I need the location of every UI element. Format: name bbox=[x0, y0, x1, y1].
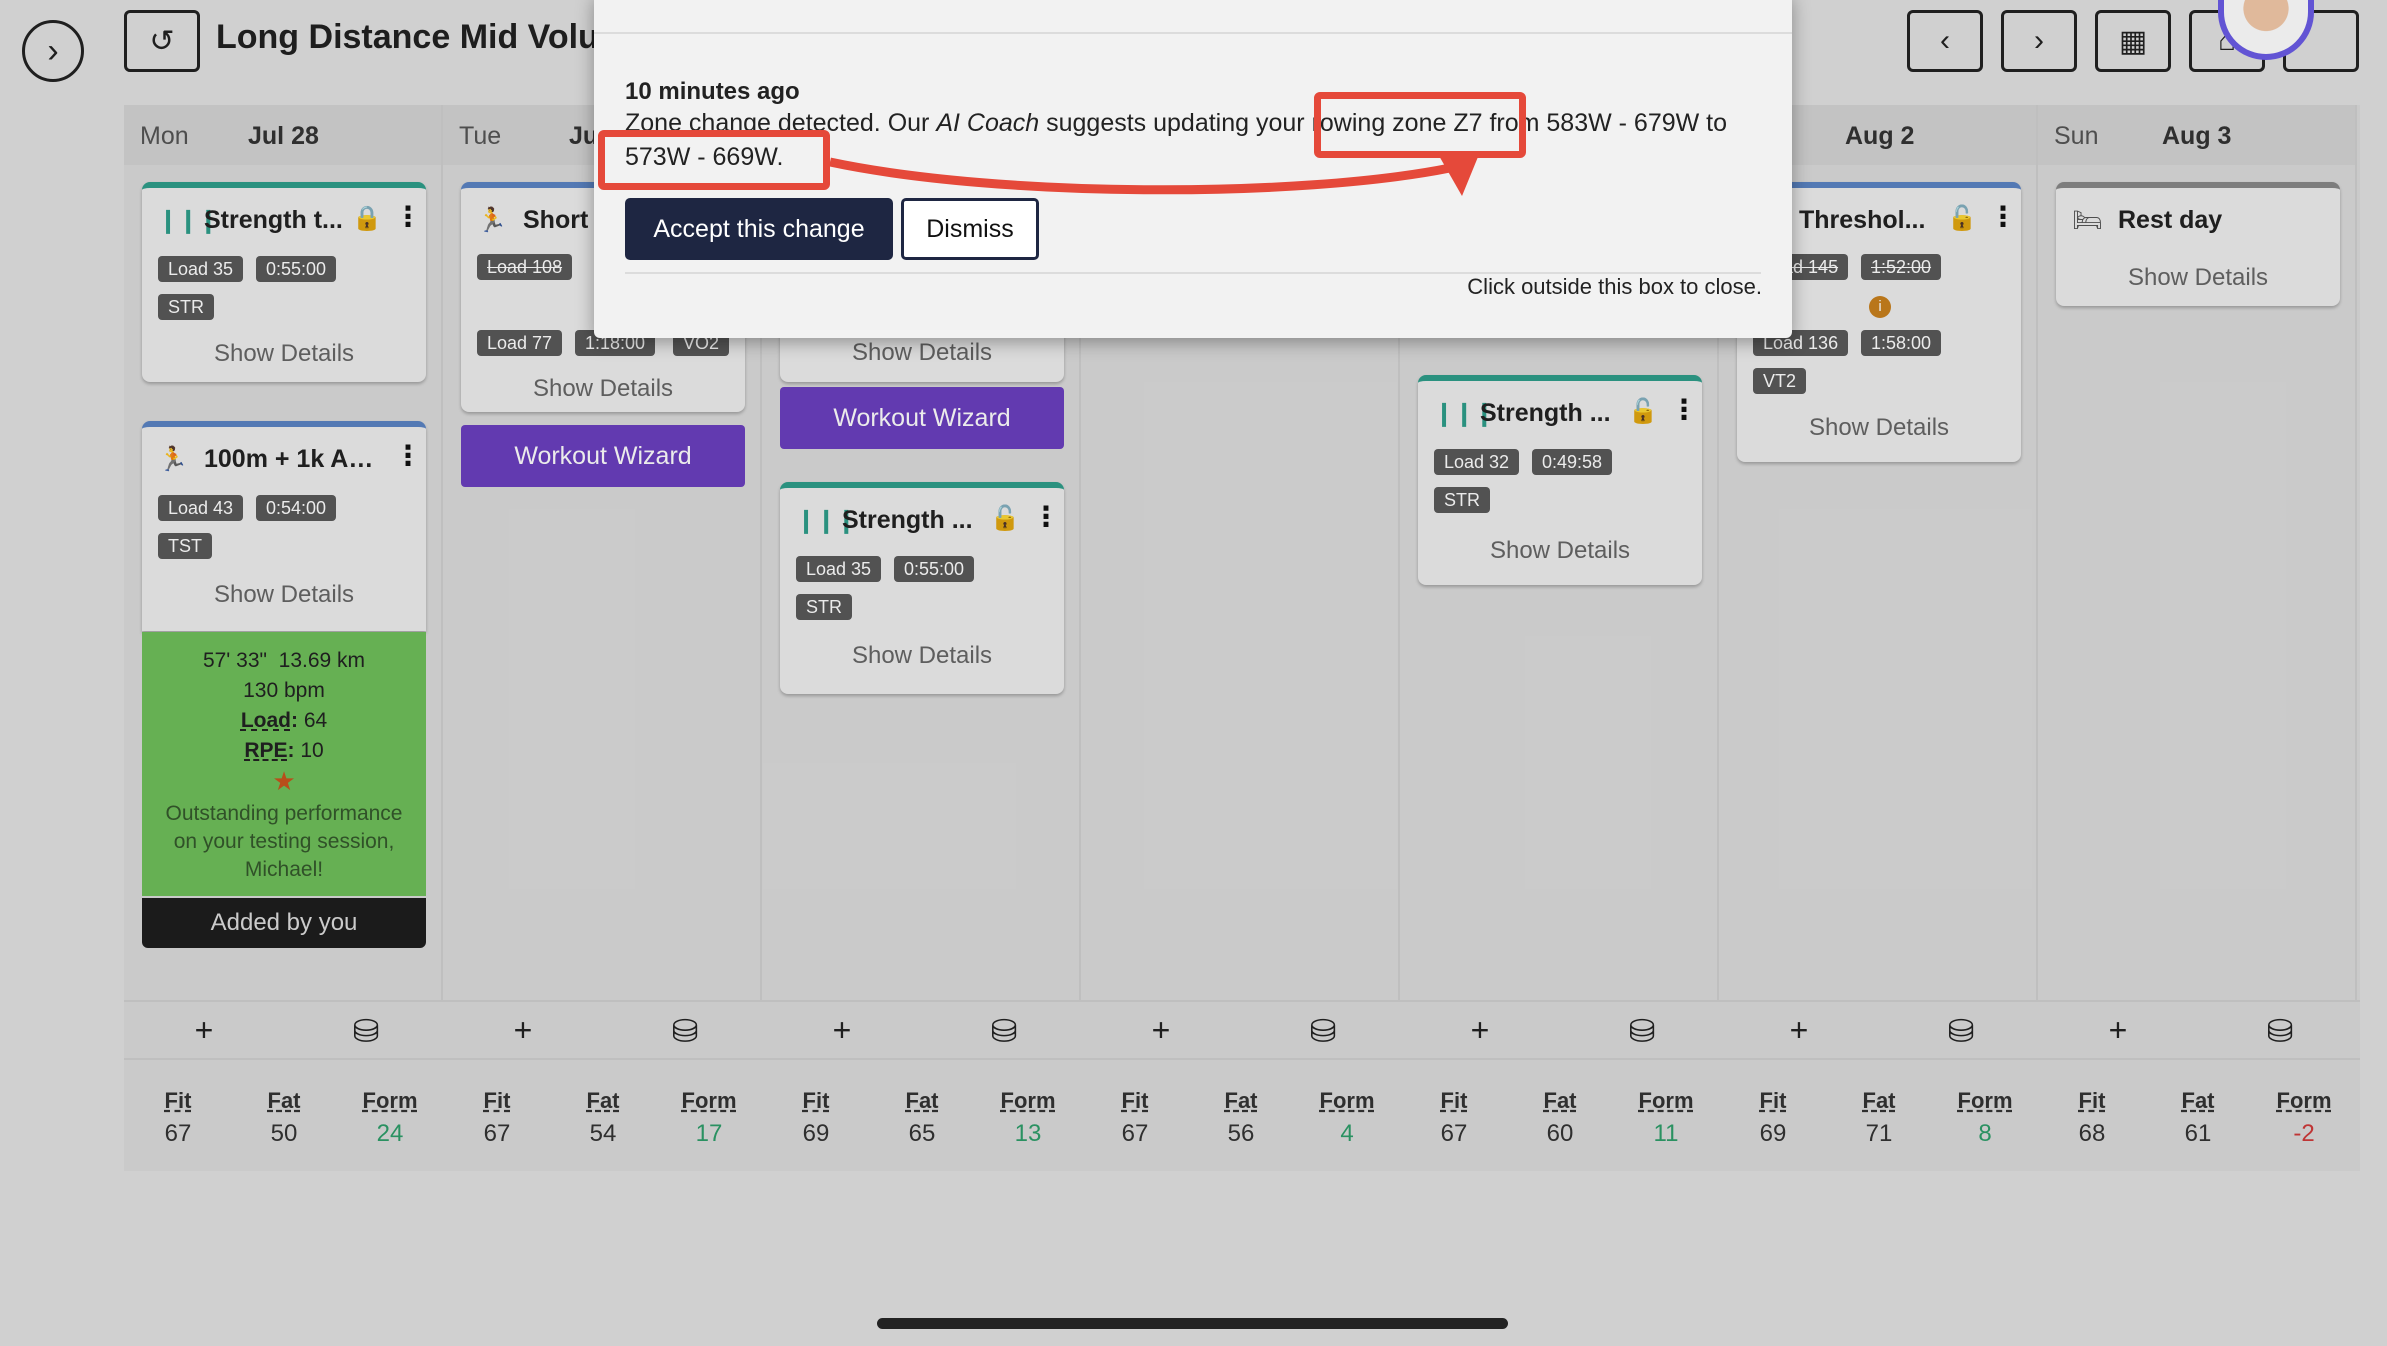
home-indicator bbox=[877, 1318, 1508, 1329]
annotation-arrow bbox=[829, 152, 1480, 196]
